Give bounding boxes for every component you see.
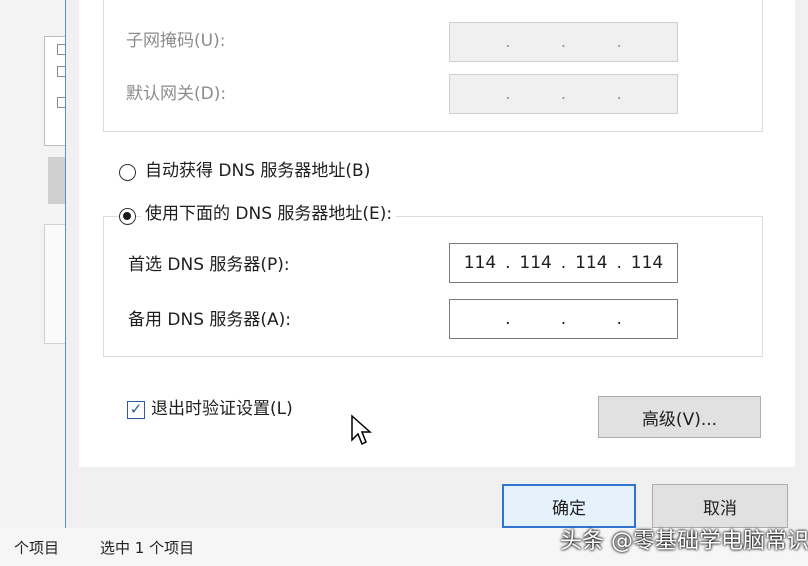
dialog-edge — [795, 0, 808, 528]
explorer-background — [0, 0, 67, 566]
explorer-pane-lower — [44, 224, 66, 344]
preferred-dns-field[interactable]: 114. 114. 114. 114 — [449, 243, 678, 283]
dot: . — [560, 84, 567, 104]
preferred-dns-label: 首选 DNS 服务器(P): — [128, 255, 290, 275]
dot: . — [560, 253, 567, 273]
manual-dns-label[interactable]: 使用下面的 DNS 服务器地址(E): — [141, 203, 397, 225]
ok-button[interactable]: 确定 — [502, 484, 636, 528]
watermark-text: 头条 @零基础学电脑常识 — [560, 529, 808, 554]
dot: . — [505, 309, 511, 329]
validate-settings-label[interactable]: 退出时验证设置(L) — [151, 398, 293, 420]
dot: . — [616, 84, 622, 104]
dot: . — [560, 32, 567, 52]
dot: . — [560, 309, 567, 329]
preferred-octet-4[interactable]: 114 — [628, 253, 666, 273]
status-selected-count: 选中 1 个项目 — [100, 539, 195, 557]
default-gateway-label: 默认网关(D): — [126, 84, 227, 104]
auto-dns-label[interactable]: 自动获得 DNS 服务器地址(B) — [145, 160, 370, 182]
dot: . — [616, 32, 622, 52]
dot: . — [616, 253, 622, 273]
subnet-mask-label: 子网掩码(U): — [126, 31, 226, 51]
dot: . — [505, 253, 511, 273]
preferred-octet-2[interactable]: 114 — [517, 253, 555, 273]
status-items-count: 个项目 — [14, 539, 60, 557]
default-gateway-field: . . . — [449, 74, 678, 114]
dot: . — [505, 32, 511, 52]
alternate-dns-label: 备用 DNS 服务器(A): — [128, 310, 292, 330]
validate-settings-checkbox[interactable]: ✓ — [127, 401, 145, 419]
preferred-octet-3[interactable]: 114 — [572, 253, 610, 273]
cancel-button[interactable]: 取消 — [652, 484, 788, 528]
mouse-cursor-icon — [351, 414, 372, 446]
subnet-mask-field: . . . — [449, 22, 678, 62]
dot: . — [505, 84, 511, 104]
manual-dns-radio[interactable] — [119, 208, 136, 225]
advanced-button[interactable]: 高级(V)... — [598, 396, 761, 438]
auto-dns-radio[interactable] — [119, 164, 136, 181]
dot: . — [616, 309, 622, 329]
alternate-dns-field[interactable]: . . . — [449, 299, 678, 339]
explorer-selected-block — [48, 157, 66, 204]
preferred-octet-1[interactable]: 114 — [461, 253, 499, 273]
